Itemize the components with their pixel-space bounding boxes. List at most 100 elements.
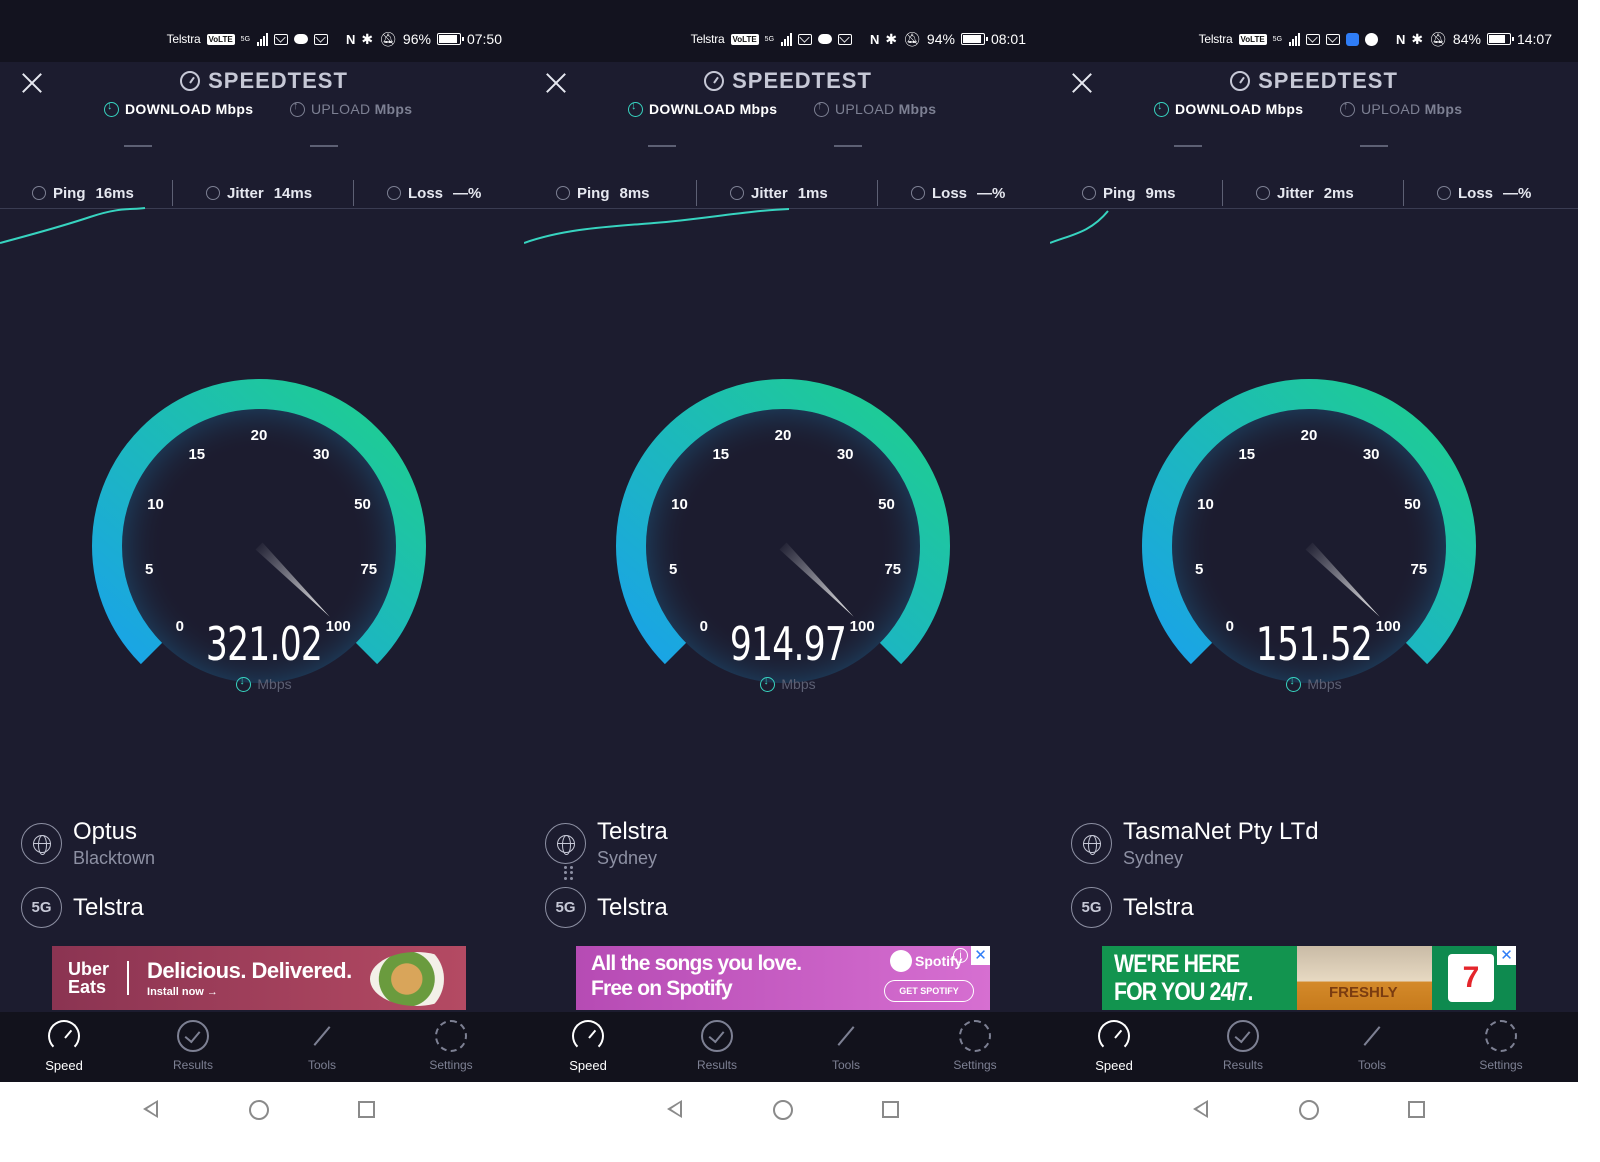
upload-value-placeholder bbox=[834, 145, 862, 147]
connection-info: 5G Telstra bbox=[545, 887, 668, 928]
clock: 08:01 bbox=[990, 31, 1026, 47]
mail-icon bbox=[1306, 33, 1321, 45]
speed-unit: Mbps bbox=[0, 675, 528, 692]
tab-speed[interactable]: Speed bbox=[1064, 1020, 1164, 1073]
recents-icon[interactable] bbox=[882, 1101, 899, 1118]
5g-icon: 5G bbox=[21, 887, 62, 928]
tab-speed[interactable]: Speed bbox=[14, 1020, 114, 1073]
gauge-tick-label: 75 bbox=[360, 561, 377, 578]
provider-name: Telstra bbox=[597, 893, 668, 921]
speedtest-logo-icon bbox=[704, 71, 725, 91]
mail-icon bbox=[798, 33, 813, 45]
provider-name: Telstra bbox=[1123, 893, 1194, 921]
tab-settings[interactable]: Settings bbox=[1451, 1020, 1551, 1072]
battery-percent: 84% bbox=[1452, 31, 1481, 47]
gauge-tick-label: 50 bbox=[878, 496, 895, 513]
check-circle-icon bbox=[701, 1020, 733, 1052]
nfc-icon: N bbox=[346, 31, 356, 47]
ping-value: 8ms bbox=[619, 184, 650, 202]
ad-info-icon[interactable]: i bbox=[953, 948, 968, 963]
download-value-placeholder bbox=[648, 145, 676, 147]
battery-icon bbox=[960, 33, 988, 45]
tab-settings[interactable]: Settings bbox=[925, 1020, 1025, 1072]
volte-icon: VoLTE bbox=[1238, 33, 1267, 45]
ad-close-icon[interactable]: ✕ bbox=[1497, 946, 1516, 965]
tab-results[interactable]: Results bbox=[1193, 1020, 1293, 1072]
home-icon[interactable] bbox=[249, 1100, 269, 1120]
ad-close-icon[interactable]: ✕ bbox=[971, 946, 990, 965]
facebook-icon bbox=[1365, 32, 1379, 46]
gauge-tick-label: 20 bbox=[251, 427, 268, 444]
ad-banner[interactable]: All the songs you love. Free on Spotify … bbox=[576, 946, 990, 1010]
recents-icon[interactable] bbox=[1408, 1101, 1425, 1118]
speed-gauge-icon bbox=[48, 1020, 80, 1052]
tab-speed[interactable]: Speed bbox=[538, 1020, 638, 1073]
speedtest-logo-icon bbox=[1230, 71, 1251, 91]
gauge-tick-label: 75 bbox=[1410, 561, 1427, 578]
app-notification-icon bbox=[1346, 32, 1360, 46]
recents-icon[interactable] bbox=[358, 1101, 375, 1118]
app-title: SPEEDTEST bbox=[524, 68, 1052, 94]
loss-value: —% bbox=[453, 184, 482, 202]
server-selector[interactable]: Telstra Sydney bbox=[545, 818, 668, 869]
loss-icon bbox=[387, 186, 401, 200]
tab-tools[interactable]: Tools bbox=[272, 1020, 372, 1072]
server-name: Optus bbox=[73, 818, 138, 845]
tab-tools[interactable]: Tools bbox=[1322, 1020, 1422, 1072]
phone-screenshot-1: Telstra VoLTE 5G N ✱ 🔕︎ 96% 07:50 SPEEDT… bbox=[0, 0, 528, 1162]
jitter-metric: Jitter 2ms bbox=[1256, 178, 1354, 208]
download-icon bbox=[104, 100, 119, 117]
bottom-tab-bar: Speed Results Tools Settings bbox=[0, 1012, 528, 1082]
ad-headline: WE'RE HERE bbox=[1114, 950, 1240, 978]
latency-metrics: Ping 9ms Jitter 2ms Loss —% bbox=[1050, 178, 1578, 208]
ad-headline: All the songs you love. bbox=[591, 952, 802, 975]
drag-handle-icon bbox=[564, 866, 576, 880]
back-icon[interactable] bbox=[667, 1100, 682, 1118]
ad-food-image bbox=[370, 952, 462, 1006]
back-icon[interactable] bbox=[1193, 1100, 1208, 1118]
jitter-value: 1ms bbox=[797, 184, 828, 202]
loss-metric: Loss —% bbox=[387, 178, 481, 208]
volte-icon: VoLTE bbox=[730, 33, 759, 45]
server-selector[interactable]: TasmaNet Pty LTd Sydney bbox=[1071, 818, 1319, 869]
upload-icon bbox=[290, 100, 305, 117]
ad-cta-button[interactable]: GET SPOTIFY bbox=[884, 980, 974, 1002]
download-metric: DOWNLOAD Mbps bbox=[104, 100, 253, 117]
gear-icon bbox=[435, 1020, 467, 1052]
tab-results[interactable]: Results bbox=[143, 1020, 243, 1072]
mail-icon bbox=[314, 33, 329, 45]
home-icon[interactable] bbox=[773, 1100, 793, 1120]
ad-banner[interactable]: WE'RE HERE FOR YOU 24/7. FRESHLY 7 7 ELE… bbox=[1102, 946, 1516, 1010]
loss-icon bbox=[911, 186, 925, 200]
ad-banner[interactable]: Uber Eats Delicious. Delivered. Install n… bbox=[52, 946, 466, 1010]
back-icon[interactable] bbox=[143, 1100, 158, 1118]
carrier-label: Telstra bbox=[166, 32, 201, 46]
gauge-tick-label: 50 bbox=[1404, 496, 1421, 513]
globe-icon bbox=[1071, 823, 1112, 864]
upload-value-placeholder bbox=[1360, 145, 1388, 147]
gauge-tick-label: 75 bbox=[884, 561, 901, 578]
server-location: Blacktown bbox=[73, 848, 156, 868]
gauge-tick-label: 5 bbox=[1195, 561, 1203, 578]
tab-results[interactable]: Results bbox=[667, 1020, 767, 1072]
phone-screenshot-3: Telstra VoLTE 5G N ✱ 🔕︎ 84% 14:07 SPEEDT… bbox=[1050, 0, 1578, 1162]
bottom-tab-bar: Speed Results Tools Settings bbox=[524, 1012, 1052, 1082]
jitter-value: 2ms bbox=[1323, 184, 1354, 202]
ping-metric: Ping 8ms bbox=[556, 178, 650, 208]
download-icon bbox=[760, 675, 776, 692]
tab-tools[interactable]: Tools bbox=[796, 1020, 896, 1072]
home-icon[interactable] bbox=[1299, 1100, 1319, 1120]
network-type-label: 5G bbox=[240, 35, 251, 43]
gauge-tick-label: 30 bbox=[313, 446, 330, 463]
ping-metric: Ping 9ms bbox=[1082, 178, 1176, 208]
tab-settings[interactable]: Settings bbox=[401, 1020, 501, 1072]
clock: 07:50 bbox=[466, 31, 502, 47]
ad-cta[interactable]: Install now → bbox=[147, 986, 352, 998]
gauge-tick-label: 10 bbox=[671, 496, 688, 513]
check-circle-icon bbox=[177, 1020, 209, 1052]
upload-icon bbox=[814, 100, 829, 117]
download-icon bbox=[236, 675, 252, 692]
signal-icon bbox=[1289, 32, 1301, 46]
ad-brand-logo: Uber Eats bbox=[68, 959, 110, 997]
server-selector[interactable]: Optus Blacktown bbox=[21, 818, 155, 869]
